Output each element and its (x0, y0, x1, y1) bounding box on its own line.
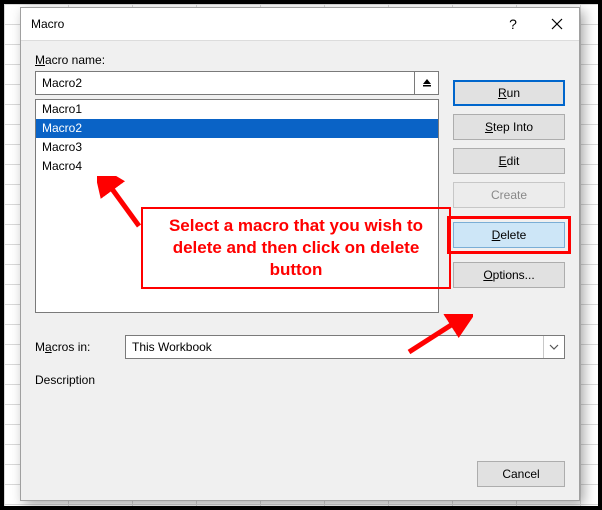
list-item[interactable]: Macro4 (36, 157, 438, 176)
list-item[interactable]: Macro2 (36, 119, 438, 138)
dialog-title: Macro (21, 17, 64, 31)
options-button[interactable]: Options... (453, 262, 565, 288)
list-item[interactable]: Macro1 (36, 100, 438, 119)
help-icon: ? (509, 16, 517, 32)
edit-button[interactable]: Edit (453, 148, 565, 174)
macros-in-select[interactable] (125, 335, 565, 359)
macro-name-picker-button[interactable] (415, 71, 439, 95)
step-into-button[interactable]: Step Into (453, 114, 565, 140)
cancel-button[interactable]: Cancel (477, 461, 565, 487)
macro-name-label: Macro name: (35, 53, 565, 67)
arrow-up-bar-icon (421, 76, 433, 90)
close-icon (551, 18, 563, 30)
help-button[interactable]: ? (491, 8, 535, 40)
titlebar: Macro ? (21, 8, 579, 41)
macros-in-label: Macros in: (35, 340, 115, 354)
macro-name-input[interactable] (35, 71, 415, 95)
delete-highlight-box: Delete (447, 216, 571, 254)
close-button[interactable] (535, 8, 579, 40)
macro-dialog: Macro ? Macro name: (20, 7, 580, 501)
list-item[interactable]: Macro3 (36, 138, 438, 157)
description-label: Description (35, 373, 565, 387)
delete-button[interactable]: Delete (453, 222, 565, 248)
run-button[interactable]: Run (453, 80, 565, 106)
macro-listbox[interactable]: Macro1Macro2Macro3Macro4 (35, 99, 439, 313)
create-button: Create (453, 182, 565, 208)
